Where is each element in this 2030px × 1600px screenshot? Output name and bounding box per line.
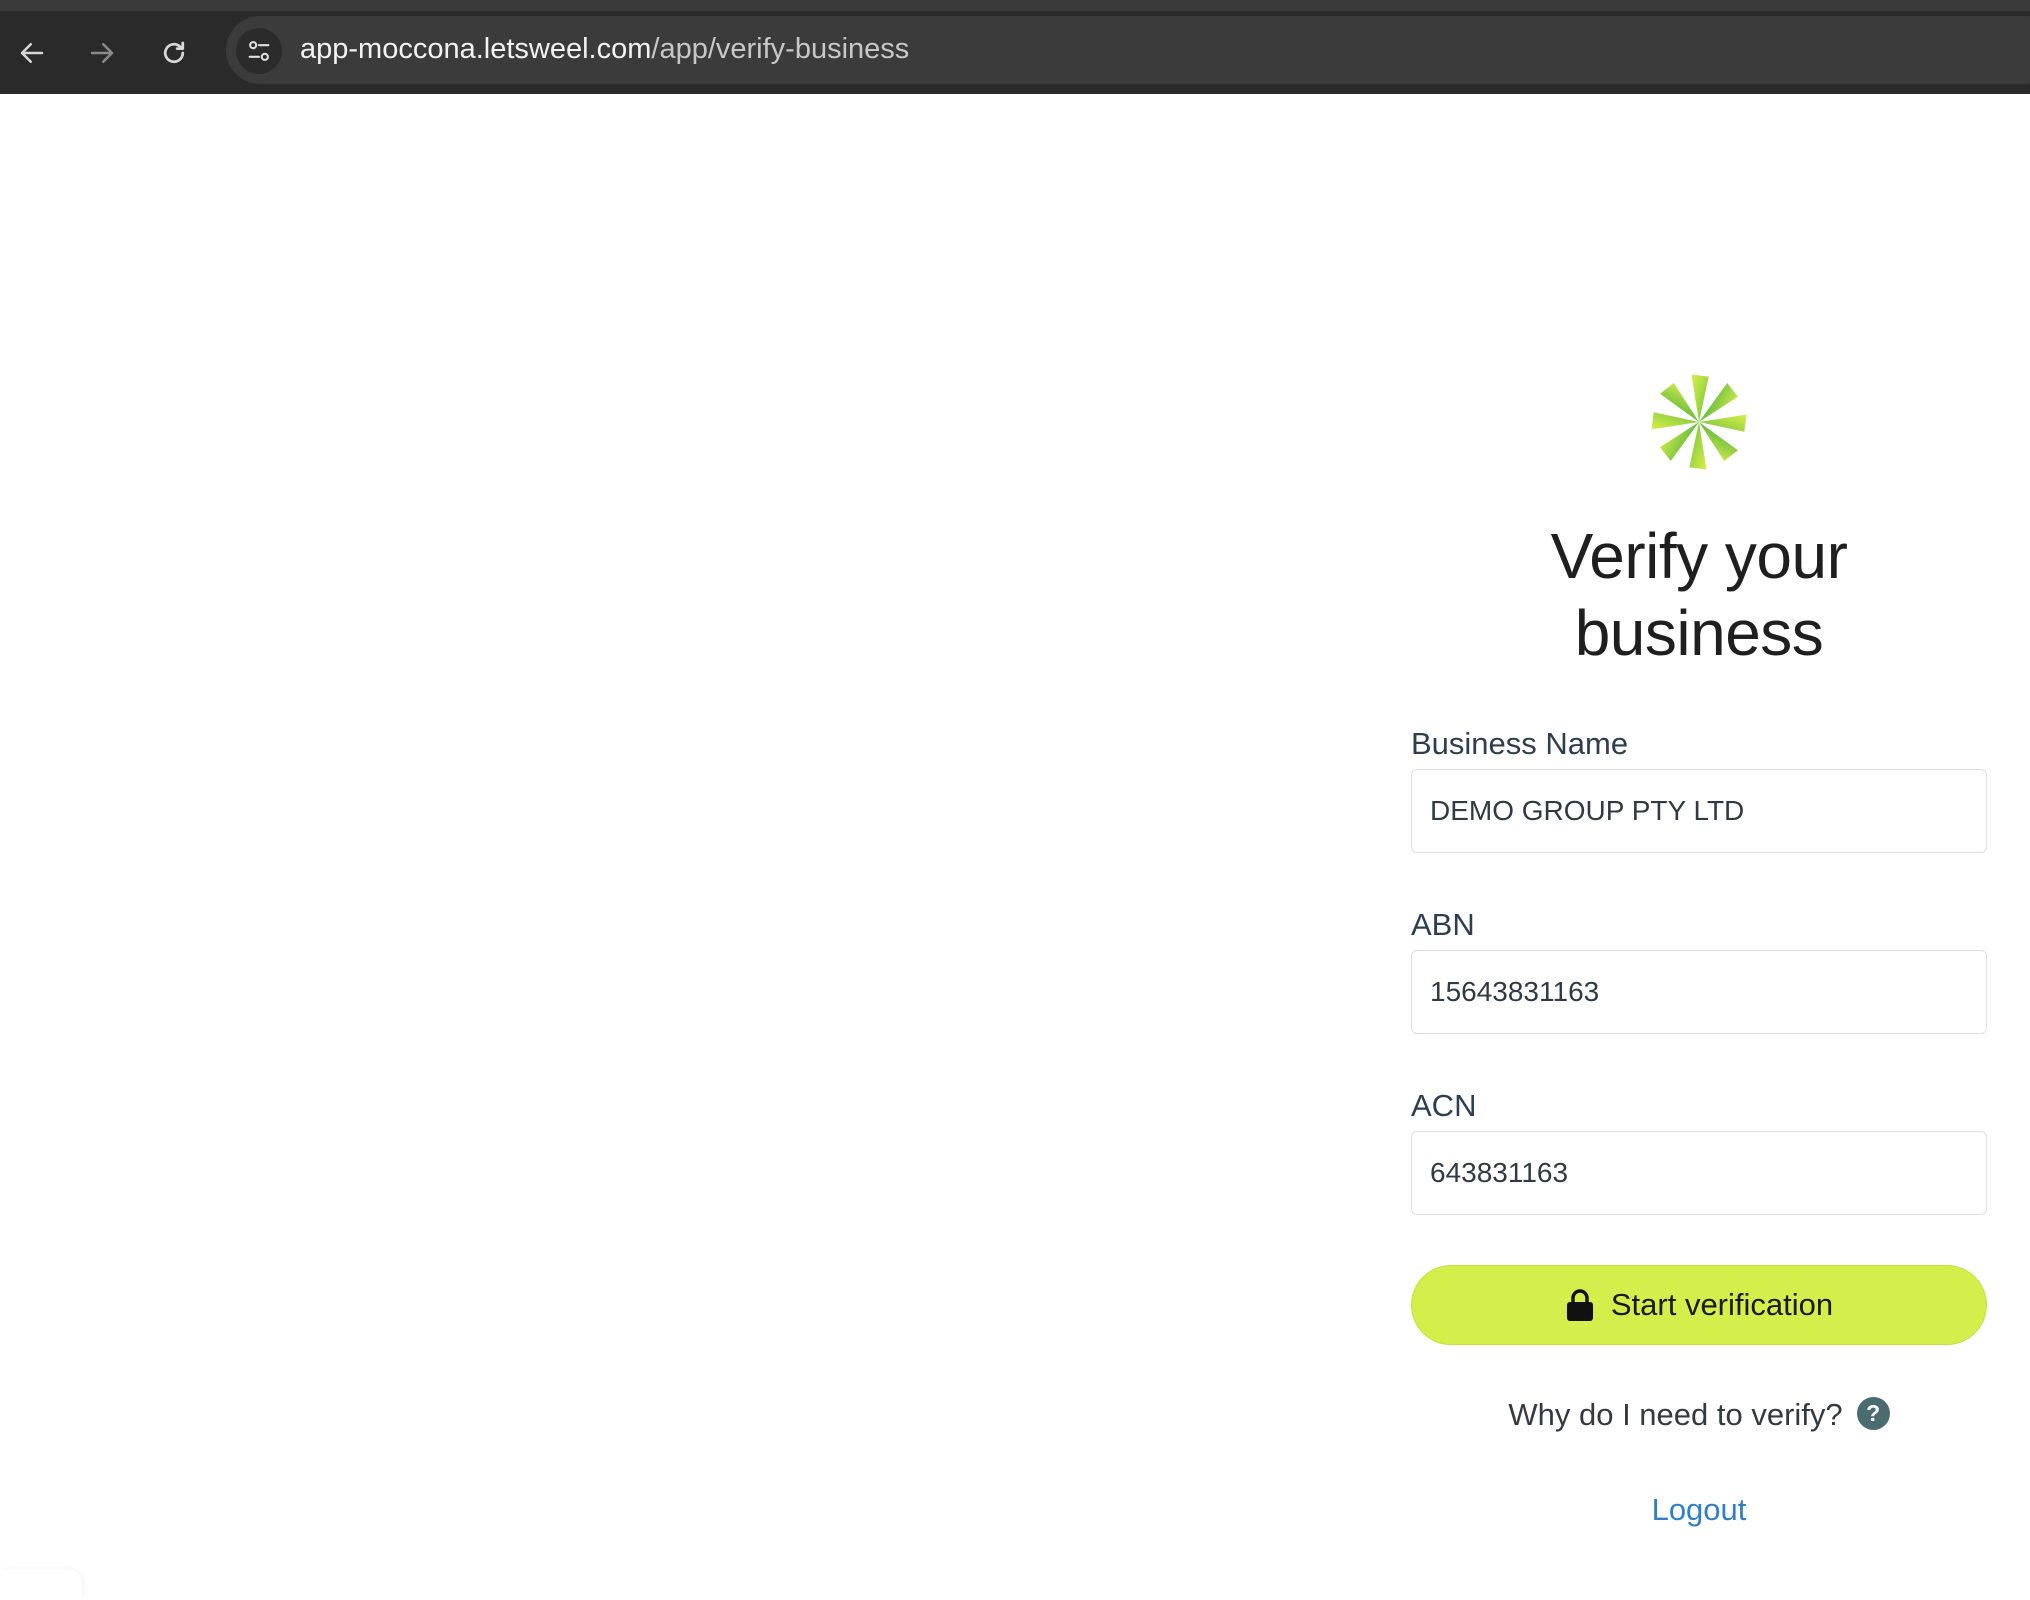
business-name-input[interactable] <box>1411 769 1987 853</box>
verify-form-panel: Verify your business Business Name ABN A… <box>1411 94 1987 1596</box>
page-title: Verify your business <box>1411 518 1987 672</box>
url-text[interactable]: app-moccona.letsweel.com/app/verify-busi… <box>300 33 909 66</box>
back-button[interactable] <box>10 31 54 75</box>
why-verify-text: Why do I need to verify? <box>1508 1397 1843 1432</box>
page-title-line-2: business <box>1574 597 1824 669</box>
start-verification-button[interactable]: Start verification <box>1411 1265 1987 1345</box>
abn-label: ABN <box>1411 907 1475 942</box>
start-verification-label: Start verification <box>1610 1287 1834 1322</box>
browser-toolbar: app-moccona.letsweel.com/app/verify-busi… <box>0 0 2030 94</box>
business-name-label: Business Name <box>1411 726 1629 761</box>
abn-input[interactable] <box>1411 950 1987 1034</box>
reload-button[interactable] <box>152 31 196 75</box>
url-host: app-moccona.letsweel.com <box>300 33 652 65</box>
acn-input[interactable] <box>1411 1131 1987 1215</box>
acn-label: ACN <box>1411 1088 1477 1123</box>
forward-button[interactable] <box>80 31 124 75</box>
why-verify-row[interactable]: Why do I need to verify?? <box>1411 1397 1987 1433</box>
back-arrow-icon <box>20 43 44 63</box>
asterisk-logo-icon <box>1651 374 1747 470</box>
url-path: /app/verify-business <box>651 33 910 65</box>
help-circle-icon[interactable]: ? <box>1856 1397 1890 1431</box>
site-settings-button[interactable] <box>236 28 282 74</box>
forward-arrow-icon <box>90 43 114 63</box>
address-bar[interactable]: app-moccona.letsweel.com/app/verify-busi… <box>226 16 2030 84</box>
page-title-line-1: Verify your <box>1550 520 1848 592</box>
lock-icon <box>1566 1289 1593 1321</box>
page-content: Verify your business Business Name ABN A… <box>0 94 2030 1600</box>
logout-link[interactable]: Logout <box>1411 1492 1987 1528</box>
tune-icon <box>248 41 270 61</box>
reload-icon <box>163 41 185 64</box>
